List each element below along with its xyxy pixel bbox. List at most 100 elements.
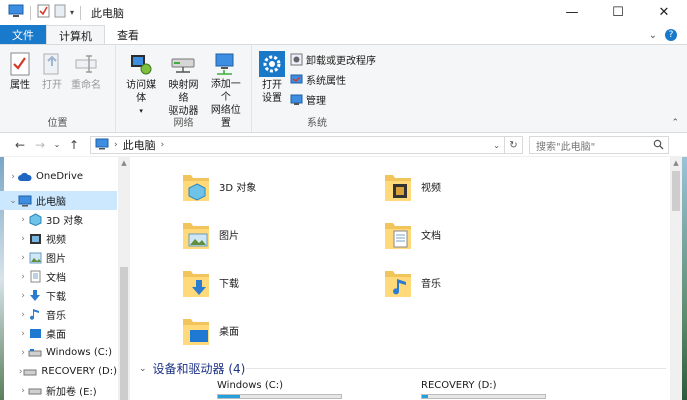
chevron-right-icon[interactable]: › [18, 386, 28, 396]
refresh-icon[interactable]: ↻ [505, 136, 523, 154]
scrollbar-thumb[interactable] [120, 267, 128, 400]
ribbon-group-network: 访问媒体 ▾ 映射网络 驱动器 添加一个 网络位置 网络 [116, 45, 252, 132]
tab-file[interactable]: 文件 [0, 25, 46, 45]
close-button[interactable]: ✕ [641, 0, 687, 25]
ribbon-expand-icon[interactable]: ⌄ [649, 30, 657, 41]
tree-item-documents[interactable]: › 文档 [0, 267, 117, 286]
chevron-right-icon[interactable]: › [18, 310, 28, 320]
tree-item-videos[interactable]: › 视频 [0, 229, 117, 248]
scrollbar-thumb[interactable] [672, 171, 680, 211]
tree-item-label: 下载 [46, 292, 66, 303]
folder-downloads[interactable]: 下载 [181, 265, 239, 299]
folder-music[interactable]: 音乐 [383, 265, 441, 299]
3d-objects-icon [28, 213, 42, 227]
help-icon[interactable]: ? [665, 29, 677, 41]
open-label: 打开 [42, 80, 62, 91]
chevron-right-icon[interactable]: › [18, 272, 28, 282]
chevron-right-icon[interactable]: › [18, 253, 28, 263]
rename-icon [73, 51, 99, 77]
address-dropdown-icon[interactable]: ⌄ [493, 141, 500, 150]
tree-item-drive-c[interactable]: › Windows (C:) [0, 343, 117, 362]
video-icon [28, 232, 42, 246]
tab-view[interactable]: 查看 [105, 25, 151, 45]
maximize-button[interactable]: ☐ [595, 0, 641, 25]
chevron-down-icon[interactable]: ⌄ [139, 364, 147, 374]
folder-label: 桌面 [219, 326, 239, 338]
chevron-right-icon[interactable]: › [8, 172, 18, 182]
folder-label: 下载 [219, 278, 239, 290]
back-icon[interactable]: ← [10, 138, 30, 152]
chevron-right-icon[interactable]: › [18, 215, 28, 225]
media-icon [128, 51, 154, 77]
chevron-right-icon[interactable]: › [18, 329, 28, 339]
tree-item-music[interactable]: › 音乐 [0, 305, 117, 324]
properties-check-icon[interactable] [37, 4, 50, 21]
collapse-ribbon-icon[interactable]: ⌃ [671, 118, 679, 128]
search-input[interactable]: 搜索"此电脑" [529, 136, 669, 154]
navigation-scrollbar[interactable]: ▲ [118, 157, 130, 400]
properties-label: 属性 [10, 80, 30, 91]
music-icon [28, 308, 42, 322]
folder-pictures[interactable]: 图片 [181, 217, 239, 251]
folder-label: 文档 [421, 230, 441, 242]
search-placeholder: 搜索"此电脑" [536, 141, 596, 153]
manage-icon [290, 93, 303, 106]
drive-icon [23, 365, 37, 379]
customize-dropdown-icon[interactable]: ▾ [70, 8, 74, 17]
documents-icon [28, 270, 42, 284]
tree-item-label: 新加卷 (E:) [46, 387, 97, 398]
manage-button[interactable]: 管理 [290, 91, 376, 108]
tree-item-desktop[interactable]: › 桌面 [0, 324, 117, 343]
uninstall-program-button[interactable]: 卸载或更改程序 [290, 51, 376, 68]
drive-usage-fill [422, 395, 429, 398]
tree-item-drive-e[interactable]: › 新加卷 (E:) [0, 381, 117, 400]
minimize-button[interactable]: — [549, 0, 595, 25]
folder-videos[interactable]: 视频 [383, 169, 441, 203]
new-folder-icon[interactable] [54, 4, 66, 21]
window-title: 此电脑 [91, 6, 125, 20]
scroll-up-icon[interactable]: ▲ [118, 157, 130, 169]
devices-section-header[interactable]: ⌄ 设备和驱动器 (4) [139, 360, 245, 377]
ribbon: 属性 打开 重命名 位置 访问媒体 ▾ 映射网络 驱动器 添加一个 网络位置 网… [0, 44, 687, 133]
computer-icon [95, 138, 109, 153]
chevron-right-icon[interactable]: › [18, 291, 28, 301]
access-media-label: 访问媒体 [126, 80, 157, 104]
folder-label: 音乐 [421, 278, 441, 290]
tree-item-label: 此电脑 [36, 197, 66, 208]
address-bar[interactable]: › 此电脑 › ⌄ [90, 136, 505, 154]
tree-item-label: OneDrive [36, 171, 84, 182]
properties-icon [7, 51, 33, 77]
tree-item-label: 桌面 [46, 330, 66, 341]
open-icon [39, 51, 65, 77]
tree-item-pictures[interactable]: › 图片 [0, 248, 117, 267]
tree-item-downloads[interactable]: › 下载 [0, 286, 117, 305]
up-icon[interactable]: ↑ [64, 138, 84, 152]
tree-item-label: 图片 [46, 254, 66, 265]
scroll-up-icon[interactable]: ▲ [670, 157, 682, 169]
3d-objects-folder-icon [183, 175, 209, 201]
rename-label: 重命名 [71, 80, 101, 91]
quick-access-toolbar: ▾ [0, 0, 83, 25]
chevron-down-icon[interactable]: ⌄ [8, 196, 18, 206]
drive-c[interactable]: Windows (C:) [217, 380, 342, 399]
divider [30, 5, 31, 20]
chevron-right-icon[interactable]: › [18, 234, 28, 244]
drive-d[interactable]: RECOVERY (D:) [421, 380, 546, 399]
breadcrumb[interactable]: 此电脑 [123, 137, 156, 153]
folder-documents[interactable]: 文档 [383, 217, 441, 251]
folder-desktop[interactable]: 桌面 [181, 313, 239, 347]
folder-3d-objects[interactable]: 3D 对象 [181, 169, 256, 203]
tree-item-onedrive[interactable]: › OneDrive [0, 167, 117, 186]
tab-computer[interactable]: 计算机 [46, 25, 105, 45]
title-bar: ▾ 此电脑 — ☐ ✕ [0, 0, 687, 25]
recent-locations-icon[interactable]: ⌄ [50, 140, 64, 149]
system-properties-button[interactable]: 系统属性 [290, 71, 376, 88]
chevron-right-icon[interactable]: › [18, 348, 28, 358]
tree-item-this-pc[interactable]: ⌄ 此电脑 [0, 191, 117, 210]
drive-icon [28, 346, 42, 360]
tree-item-3d-objects[interactable]: › 3D 对象 [0, 210, 117, 229]
content-scrollbar[interactable]: ▲ [670, 157, 682, 400]
search-icon [653, 139, 664, 153]
tree-item-drive-d[interactable]: › RECOVERY (D:) [0, 362, 117, 381]
forward-icon[interactable]: → [30, 138, 50, 152]
